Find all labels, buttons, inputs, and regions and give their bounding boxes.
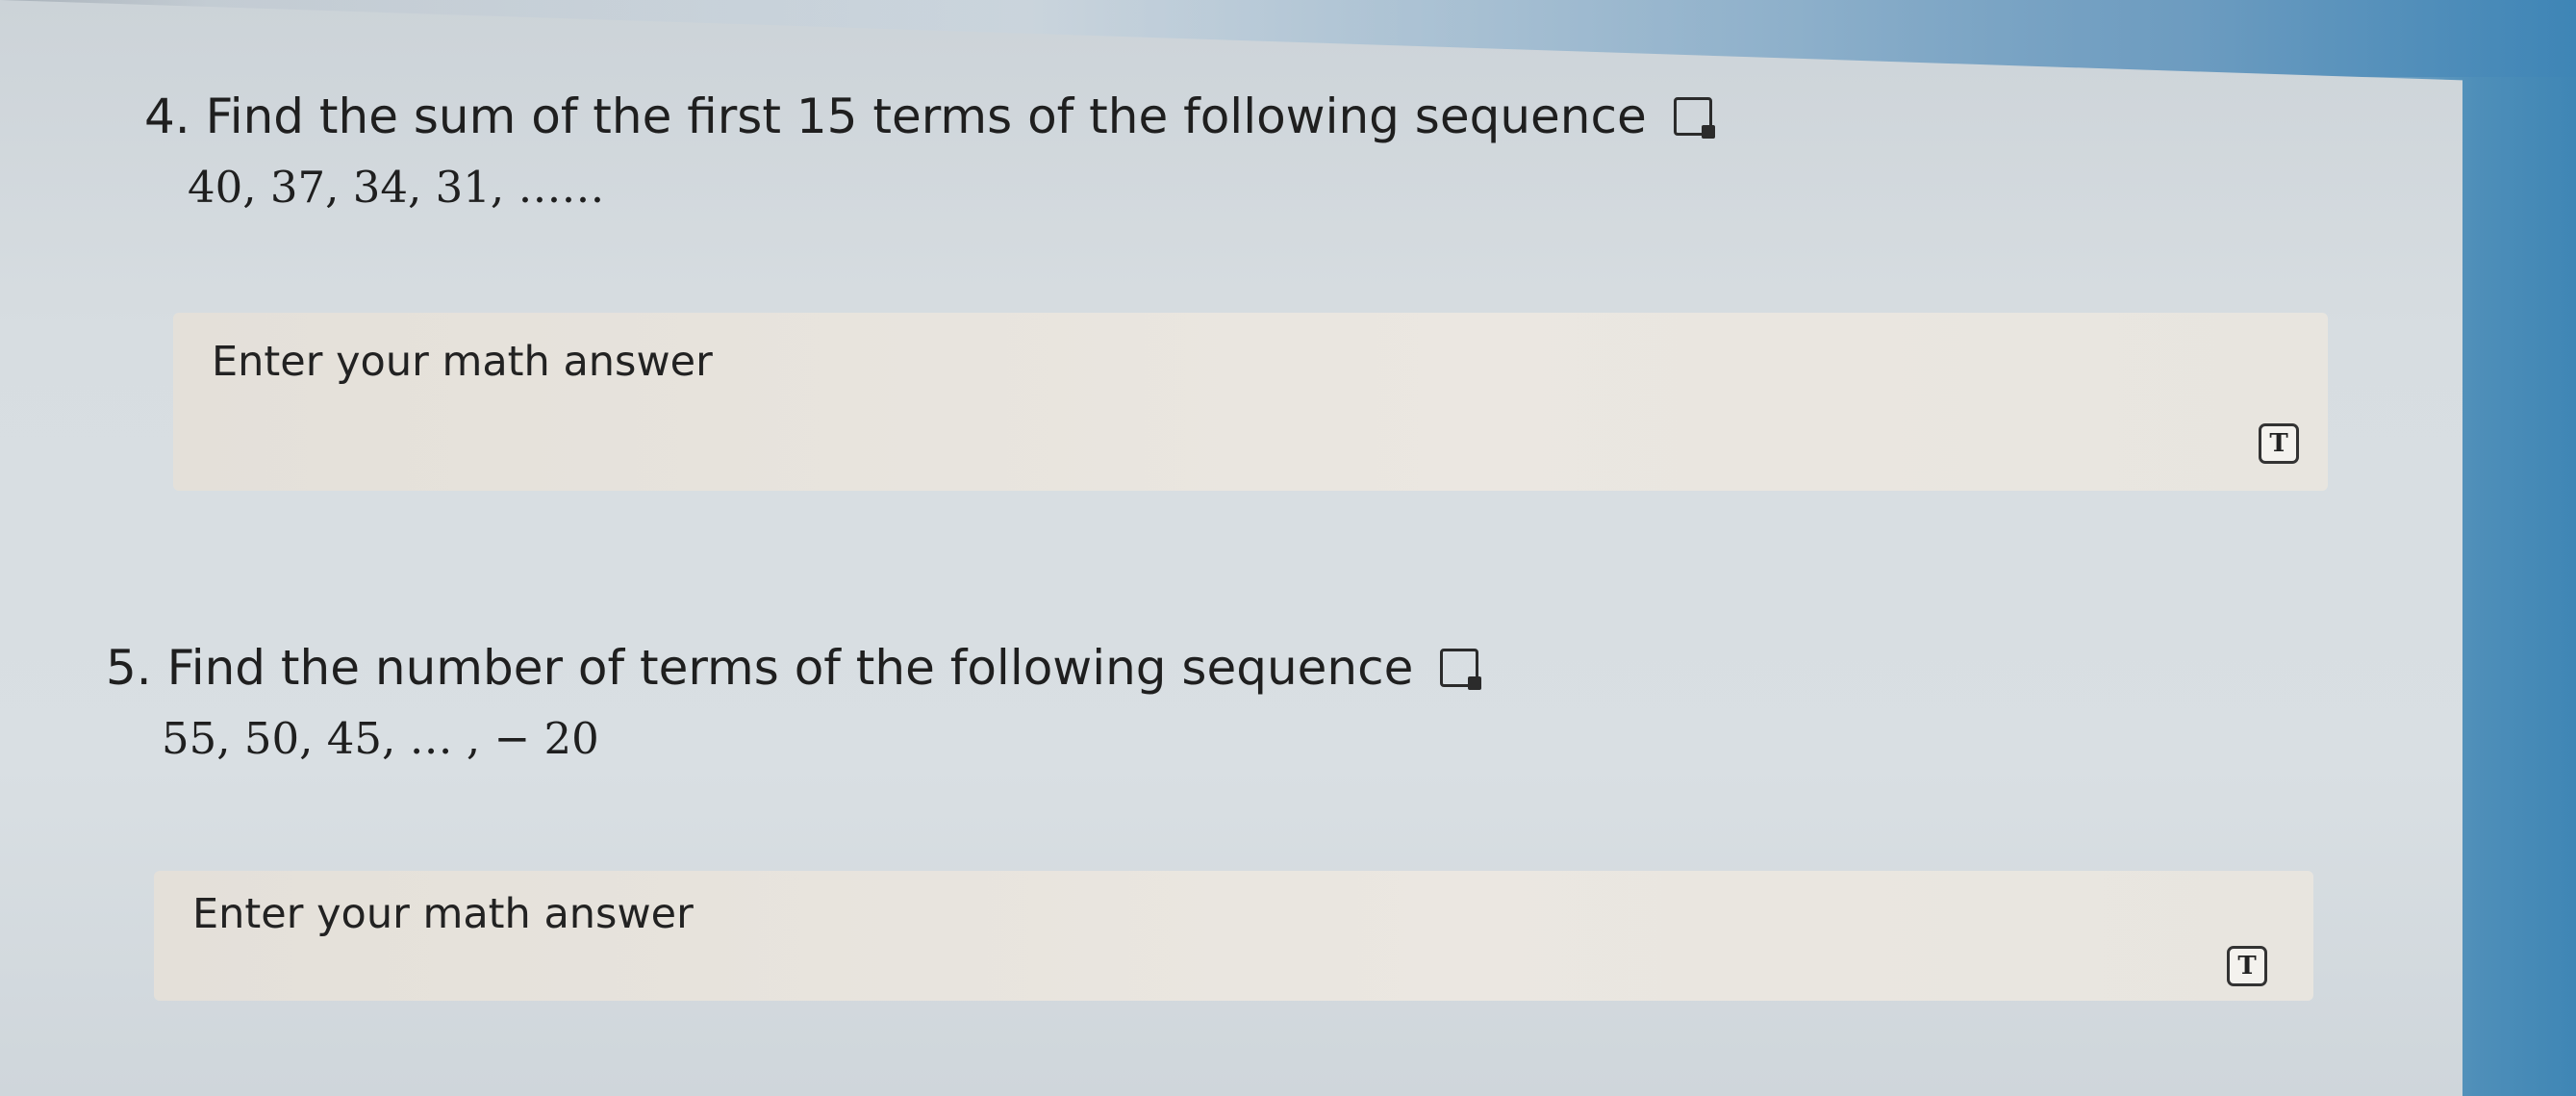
question-5-answer-input[interactable]: Enter your math answer T xyxy=(154,871,2313,1001)
question-5-title: 5. Find the number of terms of the follo… xyxy=(106,640,1414,696)
immersive-reader-icon[interactable] xyxy=(1440,649,1482,690)
question-5-title-row: 5. Find the number of terms of the follo… xyxy=(106,640,1482,696)
question-5: 5. Find the number of terms of the follo… xyxy=(106,640,1482,764)
question-4-title-row: 4. Find the sum of the first 15 terms of… xyxy=(144,89,1715,144)
immersive-reader-icon[interactable] xyxy=(1673,97,1715,139)
question-4-answer-placeholder: Enter your math answer xyxy=(212,338,713,386)
question-4-answer-input[interactable]: Enter your math answer T xyxy=(173,313,2328,491)
question-4-sequence: 40, 37, 34, 31, …… xyxy=(188,162,605,213)
question-5-answer-placeholder: Enter your math answer xyxy=(192,890,694,938)
text-mode-icon[interactable]: T xyxy=(2259,423,2299,464)
text-mode-icon[interactable]: T xyxy=(2227,946,2267,986)
question-4-title: 4. Find the sum of the first 15 terms of… xyxy=(144,89,1647,144)
question-4: 4. Find the sum of the first 15 terms of… xyxy=(144,89,1715,213)
question-5-sequence: 55, 50, 45, … , − 20 xyxy=(162,713,599,764)
